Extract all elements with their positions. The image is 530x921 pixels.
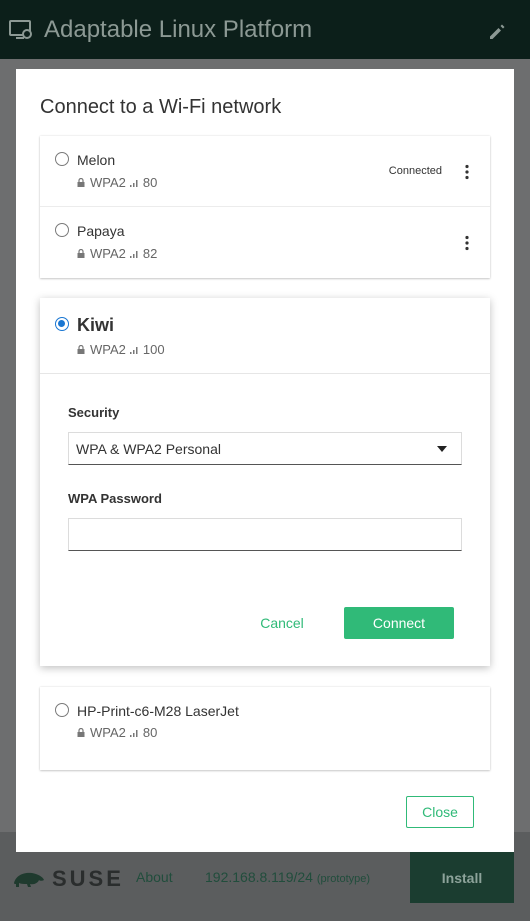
ip-address: 192.168.8.119/24 (prototype): [205, 869, 370, 885]
network-radio[interactable]: [55, 223, 69, 237]
ip-value: 192.168.8.119/24: [205, 869, 313, 885]
app-title: Adaptable Linux Platform: [44, 16, 313, 43]
network-name: Papaya: [77, 223, 125, 239]
signal-icon: [129, 346, 138, 354]
signal-icon: [129, 729, 138, 737]
app-header: Adaptable Linux Platform: [0, 0, 530, 59]
network-item-hp-print[interactable]: HP-Print-c6-M28 LaserJet WPA2 80: [40, 687, 490, 758]
monitor-settings-icon: [9, 20, 32, 39]
suse-logo: SUSE: [12, 866, 124, 892]
close-button[interactable]: Close: [406, 796, 474, 828]
network-list-bottom: HP-Print-c6-M28 LaserJet WPA2 80: [40, 687, 490, 770]
network-name: HP-Print-c6-M28 LaserJet: [77, 703, 239, 719]
ip-note: (prototype): [316, 873, 371, 885]
network-meta: WPA2 80: [77, 725, 157, 740]
network-signal: 80: [142, 175, 158, 190]
connect-button[interactable]: Connect: [344, 607, 454, 639]
signal-icon: [129, 250, 138, 258]
network-meta: WPA2 100: [77, 342, 165, 357]
network-meta: WPA2 80: [77, 175, 157, 190]
security-select[interactable]: WPA & WPA2 Personal: [68, 432, 462, 465]
security-label: Security: [68, 405, 120, 420]
chameleon-icon: [14, 872, 44, 887]
pencil-icon[interactable]: [488, 23, 506, 41]
network-radio[interactable]: [55, 152, 69, 166]
network-item-kiwi-expanded: Kiwi WPA2 100 Security WPA & WPA2 Person…: [40, 298, 490, 666]
install-button[interactable]: Install: [410, 852, 514, 903]
network-security: WPA2: [90, 342, 126, 357]
network-meta: WPA2 82: [77, 246, 157, 261]
network-security: WPA2: [90, 725, 126, 740]
password-label: WPA Password: [68, 491, 162, 506]
network-name: Melon: [77, 152, 116, 168]
lock-icon: [77, 728, 85, 737]
about-link[interactable]: About: [136, 869, 173, 885]
lock-icon: [77, 345, 85, 354]
password-field[interactable]: [68, 518, 462, 551]
wifi-dialog: Connect to a Wi-Fi network Melon WPA2 80…: [16, 69, 514, 852]
network-security: WPA2: [90, 246, 126, 261]
network-item-papaya[interactable]: Papaya WPA2 82: [40, 207, 490, 278]
connected-status: Connected: [388, 165, 442, 177]
network-item-melon[interactable]: Melon WPA2 80 Connected: [40, 136, 490, 207]
network-signal: 82: [142, 246, 158, 261]
signal-icon: [129, 179, 138, 187]
lock-icon: [77, 178, 85, 187]
expanded-network-header[interactable]: Kiwi WPA2 100: [40, 298, 490, 374]
network-list-top: Melon WPA2 80 Connected Papaya WPA2 82: [40, 136, 490, 278]
more-options-icon[interactable]: [464, 235, 470, 251]
network-name: Kiwi: [77, 315, 115, 335]
suse-wordmark: SUSE: [52, 866, 124, 891]
caret-down-icon: [437, 446, 447, 452]
network-signal: 100: [142, 342, 165, 357]
network-security: WPA2: [90, 175, 126, 190]
network-radio-selected[interactable]: [55, 317, 69, 331]
network-signal: 80: [142, 725, 158, 740]
security-select-value: WPA & WPA2 Personal: [76, 441, 221, 457]
dialog-title: Connect to a Wi-Fi network: [40, 96, 282, 118]
more-options-icon[interactable]: [464, 164, 470, 180]
cancel-button[interactable]: Cancel: [244, 607, 320, 639]
lock-icon: [77, 249, 85, 258]
network-radio[interactable]: [55, 703, 69, 717]
